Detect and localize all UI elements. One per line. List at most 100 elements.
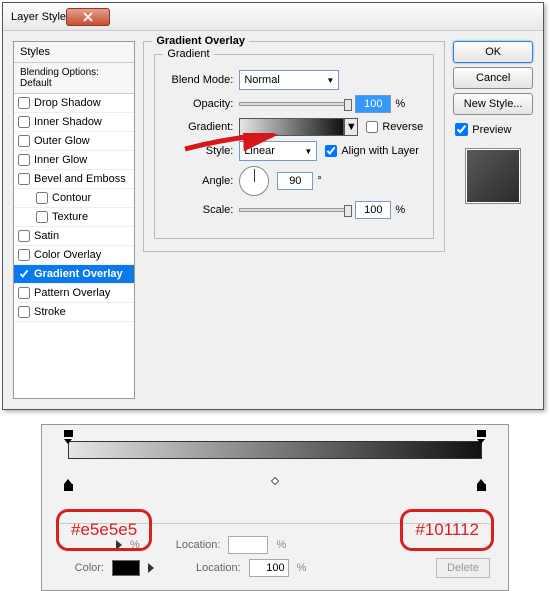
style-label: Stroke [34, 306, 66, 318]
opacity-location-input[interactable] [228, 536, 268, 554]
styles-column: Styles Blending Options: Default Drop Sh… [13, 41, 135, 399]
angle-unit: ° [317, 175, 321, 187]
new-style-button[interactable]: New Style... [453, 93, 533, 115]
gradient-dropdown[interactable]: ▼ [344, 118, 358, 136]
gradient-label: Gradient: [165, 121, 233, 133]
style-checkbox[interactable] [18, 97, 30, 109]
style-label: Bevel and Emboss [34, 173, 126, 185]
angle-label: Angle: [165, 175, 233, 187]
style-item-stroke[interactable]: Stroke [14, 303, 134, 322]
color-stop-left[interactable] [64, 479, 73, 491]
style-checkbox[interactable] [18, 249, 30, 261]
scale-label: Scale: [165, 204, 233, 216]
settings-column: Gradient Overlay Gradient Blend Mode: No… [143, 41, 445, 399]
styles-header[interactable]: Styles [14, 42, 134, 63]
chevron-down-icon: ▼ [326, 76, 334, 85]
style-label: Inner Glow [34, 154, 87, 166]
color-stop-right[interactable] [477, 479, 486, 491]
location-label: Location: [196, 562, 241, 574]
style-label: Gradient Overlay [34, 268, 123, 280]
gradient-editor-panel: #e5e5e5 #101112 % Location: % Color: Loc… [41, 424, 509, 591]
opacity-input[interactable] [355, 95, 391, 113]
preview-checkbox-wrap[interactable]: Preview [453, 119, 533, 140]
color-swatch[interactable] [112, 560, 140, 576]
style-item-color-overlay[interactable]: Color Overlay [14, 246, 134, 265]
style-label: Color Overlay [34, 249, 101, 261]
cancel-button[interactable]: Cancel [453, 67, 533, 89]
triangle-icon[interactable] [148, 563, 154, 573]
style-item-gradient-overlay[interactable]: Gradient Overlay [14, 265, 134, 284]
style-label: Style: [165, 145, 233, 157]
style-checkbox[interactable] [36, 211, 48, 223]
style-checkbox[interactable] [18, 116, 30, 128]
style-checkbox[interactable] [18, 154, 30, 166]
style-label: Pattern Overlay [34, 287, 110, 299]
close-button[interactable] [66, 8, 110, 26]
titlebar[interactable]: Layer Style [3, 3, 543, 31]
close-icon [83, 12, 93, 22]
style-label: Drop Shadow [34, 97, 101, 109]
ok-button[interactable]: OK [453, 41, 533, 63]
scale-slider[interactable] [239, 208, 349, 212]
blending-options-row[interactable]: Blending Options: Default [14, 63, 134, 94]
slider-thumb[interactable] [344, 99, 352, 111]
preview-checkbox[interactable] [455, 123, 468, 136]
style-value: Linear [244, 145, 275, 157]
style-item-contour[interactable]: Contour [14, 189, 134, 208]
style-label: Satin [34, 230, 59, 242]
reverse-label: Reverse [382, 121, 423, 133]
color-label: Color: [60, 562, 104, 574]
gradient-swatch[interactable] [239, 118, 344, 136]
scale-input[interactable] [355, 201, 391, 219]
opacity-stop-left[interactable] [64, 430, 73, 441]
style-item-outer-glow[interactable]: Outer Glow [14, 132, 134, 151]
style-checkbox[interactable] [18, 135, 30, 147]
style-item-satin[interactable]: Satin [14, 227, 134, 246]
style-checkbox[interactable] [18, 230, 30, 242]
opacity-stop-right[interactable] [477, 430, 486, 441]
align-checkbox[interactable] [325, 145, 337, 157]
style-item-bevel-and-emboss[interactable]: Bevel and Emboss [14, 170, 134, 189]
style-item-inner-shadow[interactable]: Inner Shadow [14, 113, 134, 132]
opacity-unit: % [395, 98, 405, 110]
style-item-pattern-overlay[interactable]: Pattern Overlay [14, 284, 134, 303]
gradient-bar[interactable] [68, 441, 482, 459]
annotation-right-color: #101112 [400, 509, 494, 551]
group-title: Gradient Overlay [152, 35, 249, 47]
align-checkbox-wrap[interactable]: Align with Layer [325, 145, 419, 157]
styles-listbox: Styles Blending Options: Default Drop Sh… [13, 41, 135, 399]
style-checkbox[interactable] [36, 192, 48, 204]
style-item-inner-glow[interactable]: Inner Glow [14, 151, 134, 170]
blend-mode-select[interactable]: Normal ▼ [239, 70, 339, 90]
style-checkbox[interactable] [18, 306, 30, 318]
style-label: Inner Shadow [34, 116, 102, 128]
scale-unit: % [395, 204, 405, 216]
style-label: Outer Glow [34, 135, 90, 147]
annotation-left-color: #e5e5e5 [56, 509, 152, 551]
style-select[interactable]: Linear ▼ [239, 141, 317, 161]
color-location-input[interactable] [249, 559, 289, 577]
pct-label: % [276, 539, 286, 551]
reverse-checkbox-wrap[interactable]: Reverse [366, 121, 423, 133]
reverse-checkbox[interactable] [366, 121, 378, 133]
style-checkbox[interactable] [18, 287, 30, 299]
chevron-down-icon: ▼ [304, 147, 312, 156]
blend-mode-label: Blend Mode: [165, 74, 233, 86]
angle-dial[interactable] [239, 166, 269, 196]
style-checkbox[interactable] [18, 173, 30, 185]
style-item-drop-shadow[interactable]: Drop Shadow [14, 94, 134, 113]
slider-thumb[interactable] [344, 205, 352, 217]
angle-input[interactable] [277, 172, 313, 190]
delete-button[interactable]: Delete [436, 558, 490, 578]
preview-label: Preview [472, 124, 511, 136]
style-label: Texture [52, 211, 88, 223]
gradient-group: Gradient Blend Mode: Normal ▼ Opacity: % [154, 54, 434, 239]
style-checkbox[interactable] [18, 268, 30, 280]
opacity-slider[interactable] [239, 102, 349, 106]
style-item-texture[interactable]: Texture [14, 208, 134, 227]
midpoint-handle[interactable] [271, 477, 279, 485]
style-label: Contour [52, 192, 91, 204]
location-label: Location: [176, 539, 221, 551]
inner-group-title: Gradient [163, 48, 213, 60]
layer-style-dialog: Layer Style Styles Blending Options: Def… [2, 2, 544, 410]
